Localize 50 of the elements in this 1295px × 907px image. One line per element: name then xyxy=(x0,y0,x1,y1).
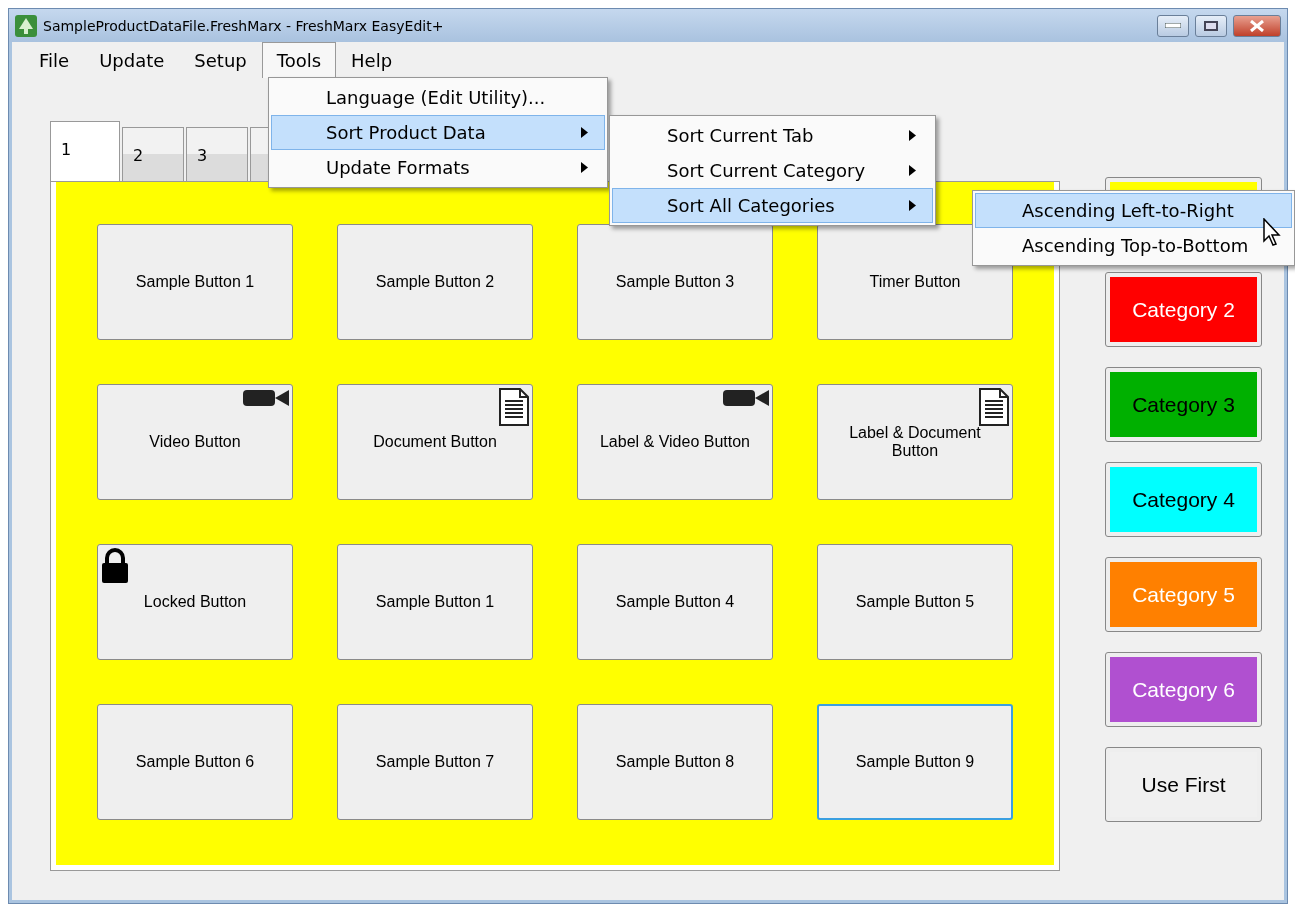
maximize-icon xyxy=(1204,20,1218,31)
menu-entry[interactable]: Update Formats xyxy=(271,150,605,185)
product-button[interactable]: Sample Button 9 xyxy=(817,704,1013,820)
close-icon xyxy=(1249,19,1265,32)
product-button[interactable]: Timer Button xyxy=(817,224,1013,340)
minimize-button[interactable] xyxy=(1157,14,1189,37)
menu-entry[interactable]: Sort Current Category xyxy=(612,153,933,188)
menu-item[interactable]: Help xyxy=(336,42,408,78)
product-button[interactable]: Locked Button xyxy=(97,544,293,660)
minimize-icon xyxy=(1165,23,1181,28)
menu-item[interactable]: File xyxy=(24,42,85,78)
product-button[interactable]: Sample Button 6 xyxy=(97,704,293,820)
app-logo-icon xyxy=(15,14,37,37)
product-button[interactable]: Sample Button 5 xyxy=(817,544,1013,660)
product-button[interactable]: Document Button xyxy=(337,384,533,500)
menu-entry[interactable]: Language (Edit Utility)... xyxy=(271,80,605,115)
menu-entry[interactable]: Sort Current Tab xyxy=(612,118,933,153)
window-title: SampleProductDataFile.FreshMarx - FreshMarx EasyEdit+ xyxy=(43,17,445,34)
document-icon xyxy=(979,388,1009,426)
tab[interactable]: 3 xyxy=(186,127,248,181)
menu-entry[interactable]: Sort All Categories xyxy=(612,188,933,223)
product-button[interactable]: Sample Button 2 xyxy=(337,224,533,340)
padlock-icon xyxy=(101,548,129,584)
menu-item[interactable]: Update xyxy=(84,42,180,78)
mouse-pointer-icon xyxy=(1263,218,1283,246)
product-button[interactable]: Sample Button 1 xyxy=(337,544,533,660)
submenu-arrow-icon xyxy=(581,162,588,173)
submenu-arrow-icon xyxy=(581,127,588,138)
menu-item[interactable]: Setup xyxy=(179,42,262,78)
product-button[interactable]: Sample Button 8 xyxy=(577,704,773,820)
menu-entry[interactable]: Sort Product Data xyxy=(271,115,605,150)
menu-entry[interactable]: Ascending Left-to-Right xyxy=(975,193,1292,228)
product-button[interactable]: Sample Button 1 xyxy=(97,224,293,340)
video-camera-icon xyxy=(243,388,289,408)
submenu-arrow-icon xyxy=(909,200,916,211)
tab[interactable]: 2 xyxy=(122,127,184,181)
maximize-button[interactable] xyxy=(1195,14,1227,37)
submenu-arrow-icon xyxy=(909,130,916,141)
video-camera-icon xyxy=(723,388,769,408)
product-button[interactable]: Sample Button 7 xyxy=(337,704,533,820)
document-icon xyxy=(499,388,529,426)
submenu-arrow-icon xyxy=(909,165,916,176)
product-button[interactable]: Label & Document Button xyxy=(817,384,1013,500)
product-button[interactable]: Video Button xyxy=(97,384,293,500)
product-button[interactable]: Label & Video Button xyxy=(577,384,773,500)
product-button[interactable]: Sample Button 3 xyxy=(577,224,773,340)
menu-item[interactable]: Tools xyxy=(261,42,337,78)
product-button[interactable]: Sample Button 4 xyxy=(577,544,773,660)
close-button[interactable] xyxy=(1233,14,1281,37)
tab[interactable]: 1 xyxy=(50,121,120,181)
